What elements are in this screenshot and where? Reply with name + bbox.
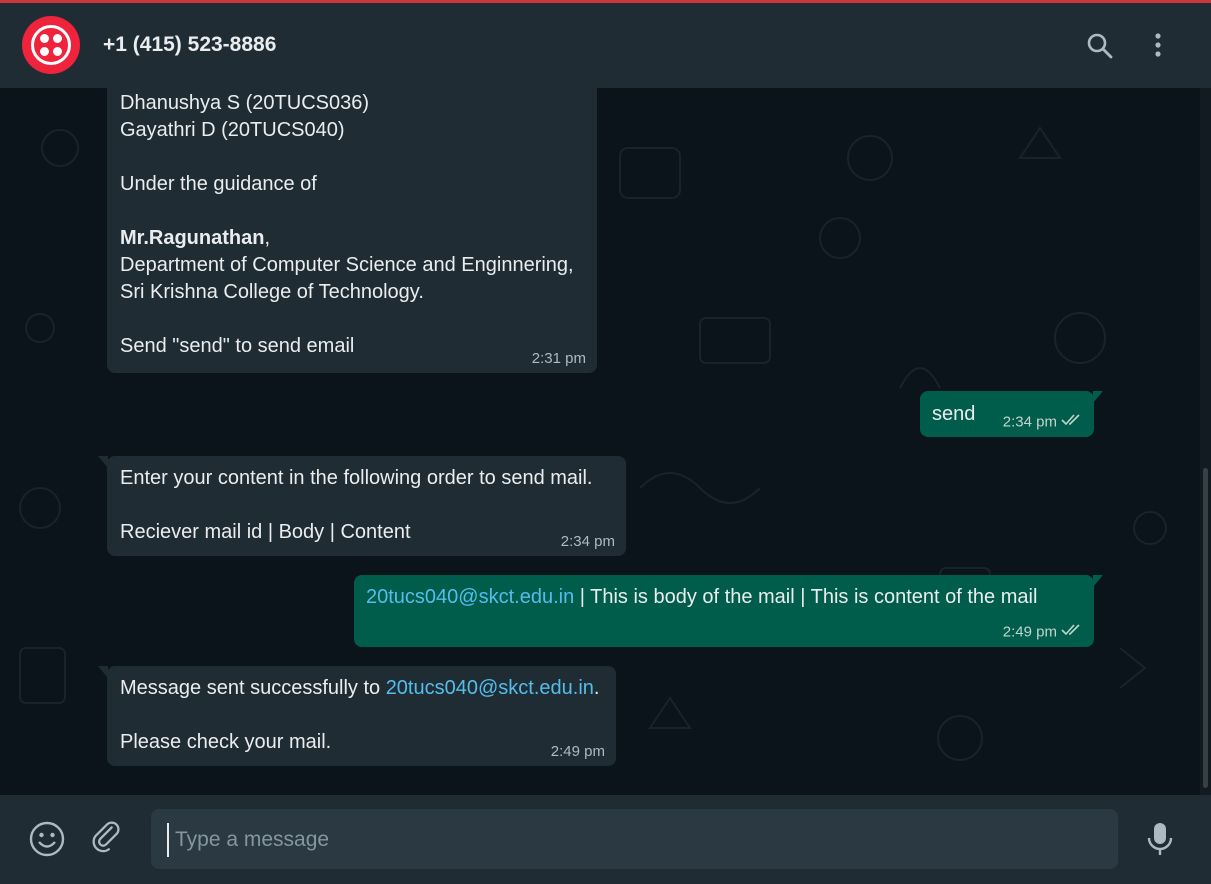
avatar-logo-dot <box>40 34 49 43</box>
chat-area[interactable]: Dhanushya S (20TUCS036) Gayathri D (20TU… <box>0 88 1200 795</box>
emoji-icon[interactable] <box>28 820 66 863</box>
message-prefix: Message sent successfully to <box>120 677 386 699</box>
message-line <box>120 144 574 171</box>
double-check-icon <box>1061 413 1083 432</box>
message-line <box>120 306 574 333</box>
message-time: 2:34 pm <box>560 533 615 550</box>
scrollbar-thumb[interactable] <box>1203 468 1208 788</box>
message-line: Department of Computer Science and Engin… <box>120 254 574 276</box>
message-line <box>120 702 599 729</box>
message-line: Under the guidance of <box>120 173 317 195</box>
message-input-box[interactable] <box>151 809 1118 869</box>
message-outgoing: 20tucs040@skct.edu.in | This is body of … <box>354 575 1103 647</box>
avatar-logo-dot <box>40 47 49 56</box>
bubble-tail <box>98 456 108 468</box>
bold-name: Mr.Ragunathan <box>120 227 265 249</box>
time-text: 2:49 pm <box>1002 623 1057 641</box>
message-time: 2:34 pm <box>1003 413 1083 432</box>
email-link[interactable]: 20tucs040@skct.edu.in <box>366 586 574 608</box>
message-line: Reciever mail id | Body | Content <box>120 521 411 543</box>
message-body: | This is body of the mail | This is con… <box>574 586 1038 608</box>
message-text: 20tucs040@skct.edu.in | This is body of … <box>366 584 1037 611</box>
message-suffix: . <box>593 677 600 699</box>
avatar[interactable] <box>22 16 80 74</box>
message-incoming: Enter your content in the following orde… <box>98 456 626 556</box>
message-time: 2:49 pm <box>1003 623 1083 642</box>
menu-dots-icon[interactable] <box>1144 31 1174 61</box>
avatar-logo-ring <box>31 25 71 65</box>
message-outgoing: send 2:34 pm <box>920 391 1103 437</box>
chat-header: +1 (415) 523-8886 <box>0 3 1211 88</box>
message-line: Message sent successfully to 20tucs040@s… <box>120 675 599 702</box>
search-icon[interactable] <box>1085 31 1115 61</box>
message-line: Sri Krishna College of Technology. <box>120 281 424 303</box>
bubble-tail <box>1093 391 1103 403</box>
double-check-icon <box>1061 623 1083 642</box>
message-line <box>120 198 574 225</box>
bold-suffix: , <box>264 227 271 249</box>
message-line: Send "send" to send email <box>120 335 355 357</box>
message-line: Enter your content in the following orde… <box>120 467 593 489</box>
attach-icon[interactable] <box>89 820 127 863</box>
microphone-icon[interactable] <box>1143 820 1177 863</box>
time-text: 2:34 pm <box>1002 413 1057 431</box>
message-line <box>120 492 592 519</box>
email-link[interactable]: 20tucs040@skct.edu.in <box>386 677 594 699</box>
contact-name[interactable]: +1 (415) 523-8886 <box>103 33 276 57</box>
message-text: send <box>932 403 976 425</box>
message-line: Please check your mail. <box>120 731 332 753</box>
bubble-tail <box>98 666 108 678</box>
message-line: Gayathri D (20TUCS040) <box>120 119 345 141</box>
chat-scrollbar[interactable] <box>1200 88 1211 795</box>
avatar-logo-dot <box>53 34 62 43</box>
message-incoming: Dhanushya S (20TUCS036) Gayathri D (20TU… <box>107 88 597 373</box>
bubble-tail <box>1093 575 1103 587</box>
message-time: 2:49 pm <box>550 743 605 760</box>
message-incoming: Message sent successfully to 20tucs040@s… <box>98 666 616 766</box>
message-input[interactable] <box>167 823 1107 857</box>
message-line-bold: Mr.Ragunathan, <box>120 225 574 252</box>
composer <box>0 795 1211 884</box>
avatar-logo-dot <box>53 47 62 56</box>
message-line: Dhanushya S (20TUCS036) <box>120 92 370 114</box>
message-time: 2:31 pm <box>531 350 586 367</box>
